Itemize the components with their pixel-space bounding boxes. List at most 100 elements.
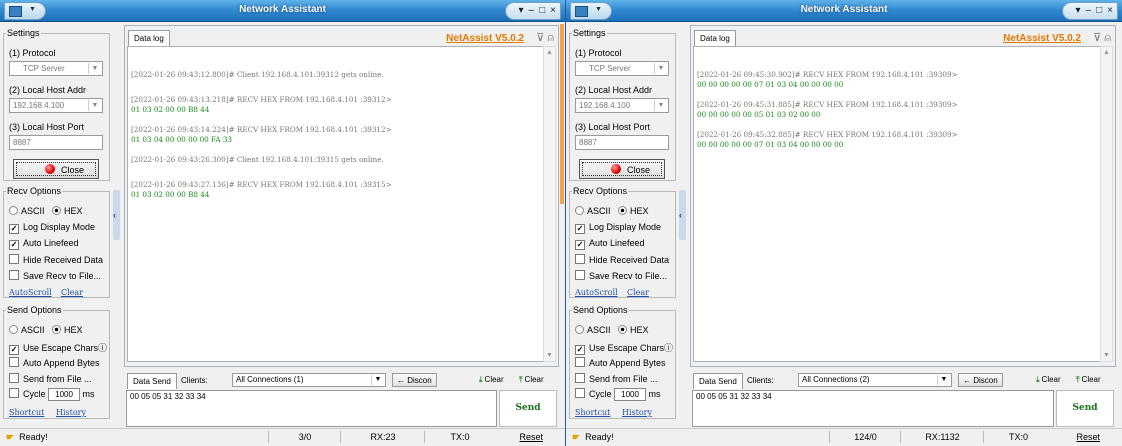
connections-select[interactable]: All Connections (1) ▼ [232, 373, 386, 387]
bell-icon[interactable]: ⍝ [547, 32, 554, 44]
protocol-value: TCP Server [23, 64, 65, 73]
protocol-select[interactable]: TCP Server ▼ [575, 61, 669, 76]
send-hex-radio[interactable]: HEX [618, 325, 649, 335]
data-log-text[interactable]: [2022-01-26 09:43:12.800]# Client 192.16… [127, 46, 544, 362]
connections-select[interactable]: All Connections (2) ▼ [798, 373, 952, 387]
recv-hex-radio[interactable]: HEX [52, 206, 83, 216]
send-payload-input[interactable]: 00 05 05 31 32 33 34 [126, 390, 497, 427]
maximize-button[interactable]: □ [539, 5, 545, 16]
filter-icon[interactable]: ⊽ [536, 32, 544, 44]
brand-link[interactable]: NetAssist V5.0.2 [1003, 33, 1081, 44]
shortcut-link[interactable]: Shortcut [9, 408, 44, 417]
auto-linefeed-checkbox[interactable]: ✓ Auto Linefeed [9, 238, 79, 250]
scroll-down-icon[interactable]: ▼ [544, 352, 555, 359]
reset-button[interactable]: Reset [519, 431, 543, 443]
send-ascii-radio[interactable]: ASCII [575, 325, 611, 335]
close-window-button[interactable]: × [1107, 5, 1113, 16]
maximize-button[interactable]: □ [1096, 5, 1102, 16]
log-scrollbar[interactable]: ▲ ▼ [543, 46, 556, 362]
send-options-legend: Send Options [7, 305, 62, 315]
bell-icon[interactable]: ⍝ [1104, 32, 1111, 44]
save-recv-checkbox[interactable]: Save Recv to File... [9, 270, 101, 281]
recv-clear-link[interactable]: Clear [61, 288, 83, 297]
protocol-select[interactable]: TCP Server ▼ [9, 61, 103, 76]
autoscroll-link[interactable]: AutoScroll [575, 288, 618, 297]
status-bar: ☛ Ready! 3/0 RX:23 TX:0 Reset [0, 428, 565, 446]
data-send-panel: Data Send Clients: All Connections (1) ▼ … [124, 369, 559, 429]
close-window-button[interactable]: × [550, 5, 556, 16]
clear-send-button[interactable]: ⤓ Clear [1036, 375, 1061, 385]
send-button[interactable]: Send [499, 390, 557, 427]
host-addr-label: (2) Local Host Addr [575, 85, 653, 95]
save-recv-checkbox[interactable]: Save Recv to File... [575, 270, 667, 281]
scroll-up-icon[interactable]: ▲ [1101, 49, 1112, 56]
tab-data-send[interactable]: Data Send [127, 373, 177, 389]
send-from-file-checkbox[interactable]: Send from File ... [9, 373, 92, 384]
send-payload-input[interactable]: 00 05 05 31 32 33 34 [692, 390, 1054, 427]
auto-append-checkbox[interactable]: Auto Append Bytes [575, 357, 666, 368]
dropdown-icon[interactable]: ▾ [519, 5, 524, 16]
title-bar[interactable]: ▼ Network Assistant ▾ – □ × [566, 0, 1122, 22]
collapse-panel-handle[interactable]: ‹ [113, 190, 120, 240]
host-addr-select[interactable]: 192.168.4.100 ▼ [575, 98, 669, 113]
clear-send-button[interactable]: ⤓ Clear [479, 375, 504, 385]
escape-chars-checkbox[interactable]: ✓ Use Escape Charsⓘ [575, 341, 673, 355]
host-port-input[interactable]: 8887 [575, 135, 669, 150]
send-options-legend: Send Options [573, 305, 628, 315]
clients-label: Clients: [747, 376, 774, 385]
collapse-panel-handle[interactable]: ‹ [679, 190, 686, 240]
title-bar[interactable]: ▼ Network Assistant ▾ – □ × [0, 0, 565, 22]
recv-clear-link[interactable]: Clear [627, 288, 649, 297]
send-from-file-checkbox[interactable]: Send from File ... [575, 373, 658, 384]
host-addr-select[interactable]: 192.168.4.100 ▼ [9, 98, 103, 113]
filter-icon[interactable]: ⊽ [1093, 32, 1101, 44]
brand-link[interactable]: NetAssist V5.0.2 [446, 33, 524, 44]
scroll-up-icon[interactable]: ▲ [544, 49, 555, 56]
hide-received-checkbox[interactable]: Hide Received Data [9, 254, 103, 265]
send-hex-radio[interactable]: HEX [52, 325, 83, 335]
hide-received-checkbox[interactable]: Hide Received Data [575, 254, 669, 265]
cycle-input[interactable]: 1000 [48, 388, 81, 401]
tab-data-log[interactable]: Data log [694, 30, 736, 46]
discon-button[interactable]: ← Discon [958, 373, 1003, 387]
host-port-label: (3) Local Host Port [9, 122, 85, 132]
cycle-input[interactable]: 1000 [614, 388, 647, 401]
log-display-mode-checkbox[interactable]: ✓ Log Display Mode [9, 222, 95, 234]
log-entry-header: [2022-01-26 09:43:27.136]# RECV HEX FROM… [131, 180, 392, 189]
history-link[interactable]: History [56, 408, 86, 417]
log-scrollbar[interactable]: ▲ ▼ [1100, 46, 1113, 362]
history-link[interactable]: History [622, 408, 652, 417]
tab-data-send[interactable]: Data Send [693, 373, 743, 389]
close-connection-button[interactable]: Close [13, 159, 99, 179]
minimize-button[interactable]: – [1086, 5, 1092, 16]
escape-chars-checkbox[interactable]: ✓ Use Escape Charsⓘ [9, 341, 107, 355]
auto-append-checkbox[interactable]: Auto Append Bytes [9, 357, 100, 368]
close-connection-button[interactable]: Close [579, 159, 665, 179]
shortcut-link[interactable]: Shortcut [575, 408, 610, 417]
scroll-down-icon[interactable]: ▼ [1101, 352, 1112, 359]
send-button[interactable]: Send [1056, 390, 1114, 427]
log-display-mode-checkbox[interactable]: ✓ Log Display Mode [575, 222, 661, 234]
autoscroll-link[interactable]: AutoScroll [9, 288, 52, 297]
chevron-left-icon: ‹ [679, 210, 682, 220]
data-log-text[interactable]: [2022-01-26 09:45:30.902]# RECV HEX FROM… [693, 46, 1101, 362]
cycle-checkbox[interactable]: Cycle [575, 388, 612, 399]
settings-group: Settings (1) Protocol TCP Server ▼ (2) Lo… [569, 28, 676, 181]
recv-hex-radio[interactable]: HEX [618, 206, 649, 216]
auto-linefeed-checkbox[interactable]: ✓ Auto Linefeed [575, 238, 645, 250]
clear-log-button[interactable]: ⤒ Clear [1076, 375, 1101, 385]
arrow-down-icon: ⤓ [479, 375, 483, 384]
reset-button[interactable]: Reset [1076, 431, 1100, 443]
recv-ascii-radio[interactable]: ASCII [9, 206, 45, 216]
clear-log-button[interactable]: ⤒ Clear [519, 375, 544, 385]
arrow-down-icon: ⤓ [1036, 375, 1040, 384]
dropdown-icon[interactable]: ▾ [1076, 5, 1081, 16]
discon-button[interactable]: ← Discon [392, 373, 437, 387]
arrow-up-icon: ⤒ [1076, 375, 1080, 384]
cycle-checkbox[interactable]: Cycle [9, 388, 46, 399]
minimize-button[interactable]: – [529, 5, 535, 16]
host-port-input[interactable]: 8887 [9, 135, 103, 150]
send-ascii-radio[interactable]: ASCII [9, 325, 45, 335]
recv-ascii-radio[interactable]: ASCII [575, 206, 611, 216]
tab-data-log[interactable]: Data log [128, 30, 170, 46]
